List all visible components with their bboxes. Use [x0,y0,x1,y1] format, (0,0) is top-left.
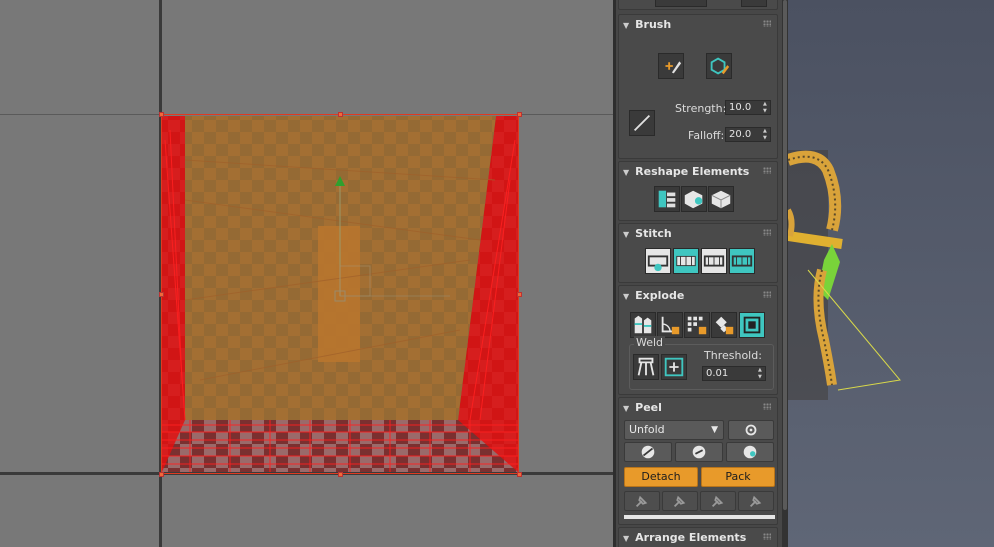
pin-icon[interactable] [624,491,660,511]
straighten-icon[interactable] [654,186,680,212]
strength-label: Strength: [675,102,727,115]
explode-by-material-icon[interactable] [684,312,710,338]
brush-rollout-header[interactable]: ▼ Brush [623,18,671,31]
transform-handle-tc[interactable] [338,112,343,117]
weld-group: Weld Threshold: 0.01 [629,336,774,390]
chevron-down-icon: ▼ [711,425,718,435]
reshape-rollout-header[interactable]: ▼ Reshape Elements [623,165,749,178]
explode-by-angle-icon[interactable] [657,312,683,338]
peel-mode-icon[interactable] [675,442,723,462]
quick-peel-icon[interactable] [624,442,672,462]
brush-relax-icon[interactable] [706,53,732,79]
rollout-grip[interactable] [763,291,771,298]
stitch-rollout: ▼ Stitch [618,223,778,283]
transform-handle-tl[interactable] [159,112,164,117]
explode-by-smoothing-icon[interactable] [630,312,656,338]
rollout-grip[interactable] [763,20,771,27]
rollout-grip[interactable] [763,533,771,540]
arrange-rollout-header[interactable]: ▼ Arrange Elements [623,531,746,544]
perspective-viewport[interactable] [788,0,994,547]
detach-button[interactable]: Detach [624,467,698,487]
reshape-elements-rollout: ▼ Reshape Elements [618,161,778,221]
stitch-rollout-header[interactable]: ▼ Stitch [623,227,672,240]
weld-selected-icon[interactable] [633,354,659,380]
transform-handle-br[interactable] [517,472,522,477]
weld-all-icon[interactable] [661,354,687,380]
peel-mode-value: Unfold [629,423,665,436]
stitch-average-icon[interactable] [701,248,727,274]
threshold-label: Threshold: [704,349,762,362]
transform-handle-bl[interactable] [159,472,164,477]
falloff-spinner[interactable]: 20.0 [725,127,771,142]
transform-handle-bc[interactable] [338,472,343,477]
unwrap-command-panel: ▼Brush Strength: 10.0 Falloff: 20.0 ▼Res… [616,0,782,547]
stitch-source-icon[interactable] [729,248,755,274]
gear-icon[interactable] [728,420,774,440]
pin-edges-icon[interactable] [700,491,736,511]
brush-line-icon[interactable] [629,110,655,136]
panel-scrollbar-thumb[interactable] [783,0,787,510]
reset-peel-icon[interactable] [726,442,774,462]
brush-rollout: ▼Brush Strength: 10.0 Falloff: 20.0 [618,14,778,159]
transform-handle-ml[interactable] [159,292,164,297]
explode-by-polygon-icon[interactable] [711,312,737,338]
strength-spinner[interactable]: 10.0 [725,100,771,115]
arrange-elements-rollout: ▼ Arrange Elements [618,527,778,547]
explode-rollout: ▼ Explode Weld Threshold: 0.01 [618,285,778,395]
rollout-grip[interactable] [763,167,771,174]
peel-mode-dropdown[interactable]: Unfold ▼ [624,420,724,440]
stitch-custom-icon[interactable] [645,248,671,274]
explode-to-elements-icon[interactable] [739,312,765,338]
uv-editor-viewport[interactable] [0,0,613,547]
threshold-spinner[interactable]: 0.01 [702,366,766,381]
relax-icon[interactable] [681,186,707,212]
scene-object [788,150,901,400]
flatten-icon[interactable] [708,186,734,212]
peel-rollout: ▼ Peel Unfold ▼ Detach Pack [618,397,778,525]
rollout-grip[interactable] [763,229,771,236]
peel-progress-bar [624,515,775,519]
unpin-all-icon[interactable] [738,491,774,511]
stitch-target-icon[interactable] [673,248,699,274]
brush-move-icon[interactable] [658,53,684,79]
pack-button[interactable]: Pack [701,467,775,487]
unpin-icon[interactable] [662,491,698,511]
transform-handle-tr[interactable] [517,112,522,117]
falloff-label: Falloff: [688,129,725,142]
rollout-grip[interactable] [763,403,771,410]
uv-selection-bounds[interactable] [161,114,519,474]
transform-handle-mr[interactable] [517,292,522,297]
previous-rollout-tail [618,0,778,10]
peel-rollout-header[interactable]: ▼ Peel [623,401,662,414]
weld-group-label: Weld [634,336,666,349]
explode-rollout-header[interactable]: ▼ Explode [623,289,684,302]
